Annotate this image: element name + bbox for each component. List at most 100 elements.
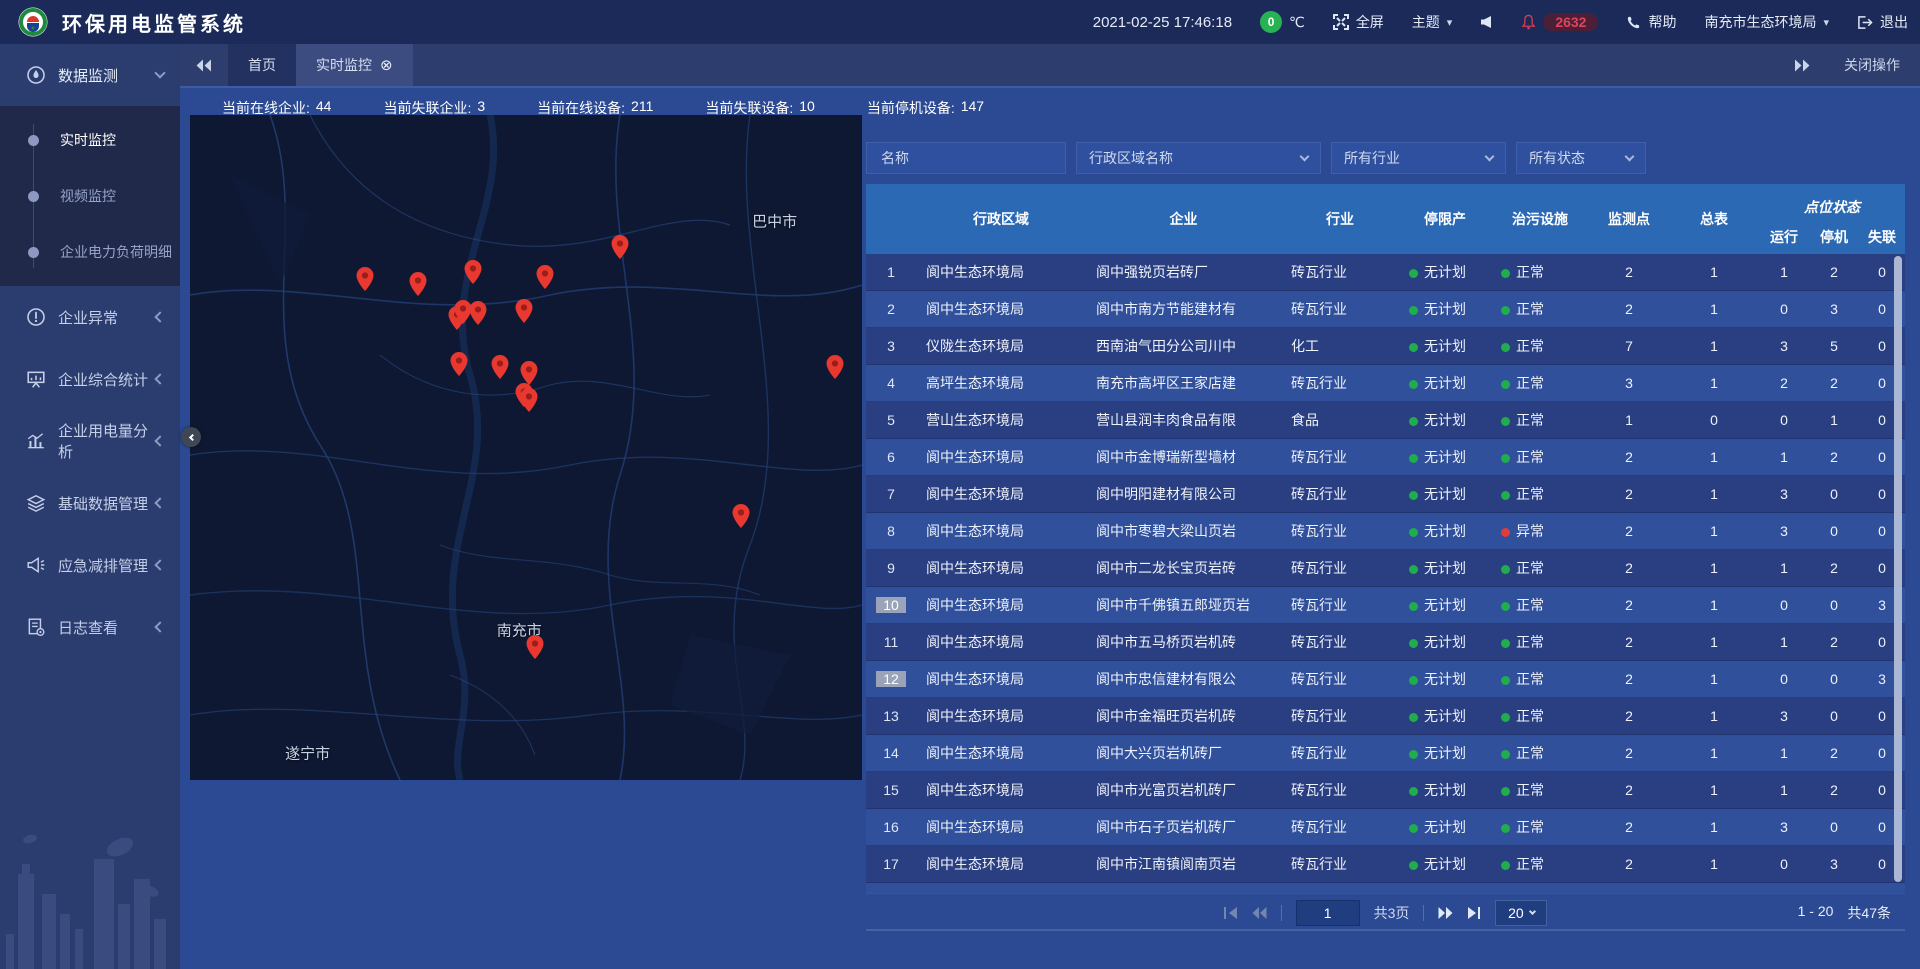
map-pin[interactable]	[612, 235, 629, 259]
chevron-left-icon	[154, 373, 165, 384]
cell-run: 1	[1759, 745, 1809, 761]
map-pin[interactable]	[526, 635, 543, 659]
header-lost: 失联	[1859, 219, 1905, 254]
org-dropdown[interactable]: 南充市生态环境局▾	[1704, 12, 1829, 32]
alarm-indicator[interactable]: 2632	[1521, 13, 1598, 31]
status-filter-select[interactable]: 所有状态	[1516, 142, 1646, 174]
sidebar-item-log-view[interactable]: 日志查看	[0, 596, 180, 658]
cell-meter: 1	[1669, 856, 1759, 872]
cell-meter: 1	[1669, 449, 1759, 465]
tabs-scroll-left-button[interactable]	[180, 44, 228, 86]
table-row[interactable]: 7阆中生态环境局阆中明阳建材有限公司砖瓦行业无计划正常21300	[866, 476, 1905, 513]
sidebar: 数据监测 实时监控 视频监控 企业电力负荷明细 企业异常	[0, 44, 180, 969]
sidebar-item-company-statistics[interactable]: 企业综合统计	[0, 348, 180, 410]
green-dot-icon	[1501, 491, 1510, 500]
table-row[interactable]: 2阆中生态环境局阆中市南方节能建材有砖瓦行业无计划正常21030	[866, 291, 1905, 328]
last-page-button[interactable]	[1467, 907, 1481, 919]
cell-facility-status: 正常	[1491, 447, 1589, 467]
map-pin[interactable]	[536, 265, 553, 289]
map-pin[interactable]	[450, 352, 467, 376]
total-pages-label: 共3页	[1374, 903, 1410, 923]
map-pin[interactable]	[827, 355, 844, 379]
map-pin[interactable]	[733, 504, 750, 528]
green-dot-icon	[1501, 565, 1510, 574]
table-row[interactable]: 3仪陇生态环境局西南油气田分公司川中化工无计划正常71350	[866, 328, 1905, 365]
fullscreen-button[interactable]: 全屏	[1333, 12, 1384, 32]
table-row[interactable]: 8阆中生态环境局阆中市枣碧大梁山页岩砖瓦行业无计划异常21300	[866, 513, 1905, 550]
cell-points: 2	[1589, 708, 1669, 724]
cell-industry: 砖瓦行业	[1281, 558, 1399, 578]
cell-limit-status: 无计划	[1399, 854, 1491, 874]
page-number-input[interactable]	[1296, 900, 1360, 926]
layers-icon	[26, 493, 46, 513]
sidebar-item-power-analysis[interactable]: 企业用电量分析	[0, 410, 180, 472]
sidebar-item-emergency-reduction[interactable]: 应急减排管理	[0, 534, 180, 596]
map-pin[interactable]	[470, 301, 487, 325]
table-row[interactable]: 18南部生态环境局南部县双佛山建材有限砖瓦行业无计划正常21000	[866, 883, 1905, 893]
cell-row-number: 15	[866, 782, 916, 798]
next-page-button[interactable]	[1438, 907, 1453, 919]
table-row[interactable]: 9阆中生态环境局阆中市二龙长宝页岩砖砖瓦行业无计划正常21120	[866, 550, 1905, 587]
double-chevron-right-icon[interactable]	[1794, 59, 1810, 72]
cell-points: 2	[1589, 597, 1669, 613]
map-pin[interactable]	[356, 267, 373, 291]
map-pin[interactable]	[491, 355, 508, 379]
logout-button[interactable]: 退出	[1857, 12, 1908, 32]
chevron-down-icon	[1485, 151, 1495, 161]
table-row[interactable]: 14阆中生态环境局阆中大兴页岩机砖厂砖瓦行业无计划正常21120	[866, 735, 1905, 772]
cell-region: 营山生态环境局	[916, 410, 1086, 430]
help-button[interactable]: 帮助	[1626, 12, 1676, 32]
table-row[interactable]: 16阆中生态环境局阆中市石子页岩机砖厂砖瓦行业无计划正常21300	[866, 809, 1905, 846]
page-size-select[interactable]: 20	[1495, 900, 1547, 926]
tab-realtime-monitor[interactable]: 实时监控 ⊗	[296, 44, 413, 86]
sidebar-item-video-monitor[interactable]: 视频监控	[0, 168, 180, 224]
prev-page-button[interactable]	[1252, 907, 1267, 919]
sidebar-item-power-load-detail[interactable]: 企业电力负荷明细	[0, 224, 180, 280]
tab-home[interactable]: 首页	[228, 44, 296, 86]
region-filter-select[interactable]: 行政区域名称	[1076, 142, 1321, 174]
close-operations-button[interactable]: 关闭操作	[1844, 55, 1900, 75]
map-pin[interactable]	[520, 388, 537, 412]
map-pin[interactable]	[520, 361, 537, 385]
sidebar-item-company-abnormal[interactable]: 企业异常	[0, 286, 180, 348]
header-points: 监测点	[1589, 184, 1669, 254]
table-row[interactable]: 4高坪生态环境局南充市高坪区王家店建砖瓦行业无计划正常31220	[866, 365, 1905, 402]
green-dot-icon	[1409, 824, 1418, 833]
cell-company: 阆中市石子页岩机砖厂	[1086, 817, 1281, 837]
cell-points: 2	[1589, 782, 1669, 798]
green-dot-icon	[1409, 713, 1418, 722]
table-row[interactable]: 6阆中生态环境局阆中市金博瑞新型墙材砖瓦行业无计划正常21120	[866, 439, 1905, 476]
sidebar-item-realtime-monitor[interactable]: 实时监控	[0, 112, 180, 168]
cell-row-number: 5	[866, 412, 916, 428]
map-collapse-toggle[interactable]	[181, 427, 201, 447]
chevron-left-icon	[154, 435, 165, 446]
table-row[interactable]: 1阆中生态环境局阆中强锐页岩砖厂砖瓦行业无计划正常21120	[866, 254, 1905, 291]
cell-points: 2	[1589, 819, 1669, 835]
map-pin[interactable]	[454, 300, 471, 324]
map-pin[interactable]	[464, 260, 481, 284]
sidebar-item-base-data[interactable]: 基础数据管理	[0, 472, 180, 534]
sound-button[interactable]	[1480, 15, 1493, 29]
industry-filter-select[interactable]: 所有行业	[1331, 142, 1506, 174]
cell-meter: 1	[1669, 560, 1759, 576]
table-row[interactable]: 10阆中生态环境局阆中市千佛镇五郎垭页岩砖瓦行业无计划正常21003	[866, 587, 1905, 624]
tab-close-icon[interactable]: ⊗	[380, 58, 393, 73]
map-pin[interactable]	[515, 299, 532, 323]
map-pin[interactable]	[410, 272, 427, 296]
table-scrollbar[interactable]	[1894, 256, 1902, 882]
name-filter-input[interactable]	[879, 149, 1053, 167]
table-row[interactable]: 11阆中生态环境局阆中市五马桥页岩机砖砖瓦行业无计划正常21120	[866, 624, 1905, 661]
table-row[interactable]: 12阆中生态环境局阆中市忠信建材有限公砖瓦行业无计划正常21003	[866, 661, 1905, 698]
map[interactable]: 巴中市南充市遂宁市	[190, 115, 862, 780]
table-row[interactable]: 13阆中生态环境局阆中市金福旺页岩机砖砖瓦行业无计划正常21300	[866, 698, 1905, 735]
theme-dropdown[interactable]: 主题▾	[1412, 12, 1453, 32]
table-row[interactable]: 15阆中生态环境局阆中市光富页岩机砖厂砖瓦行业无计划正常21120	[866, 772, 1905, 809]
table-row[interactable]: 5营山生态环境局营山县润丰肉食品有限食品无计划正常10010	[866, 402, 1905, 439]
cell-industry: 食品	[1281, 410, 1399, 430]
cell-facility-status: 正常	[1491, 299, 1589, 319]
table-row[interactable]: 17阆中生态环境局阆中市江南镇阆南页岩砖瓦行业无计划正常21030	[866, 846, 1905, 883]
cell-row-number: 11	[866, 634, 916, 650]
sidebar-item-data-monitor[interactable]: 数据监测	[0, 44, 180, 106]
bar-chart-icon	[26, 431, 46, 451]
first-page-button[interactable]	[1224, 907, 1238, 919]
